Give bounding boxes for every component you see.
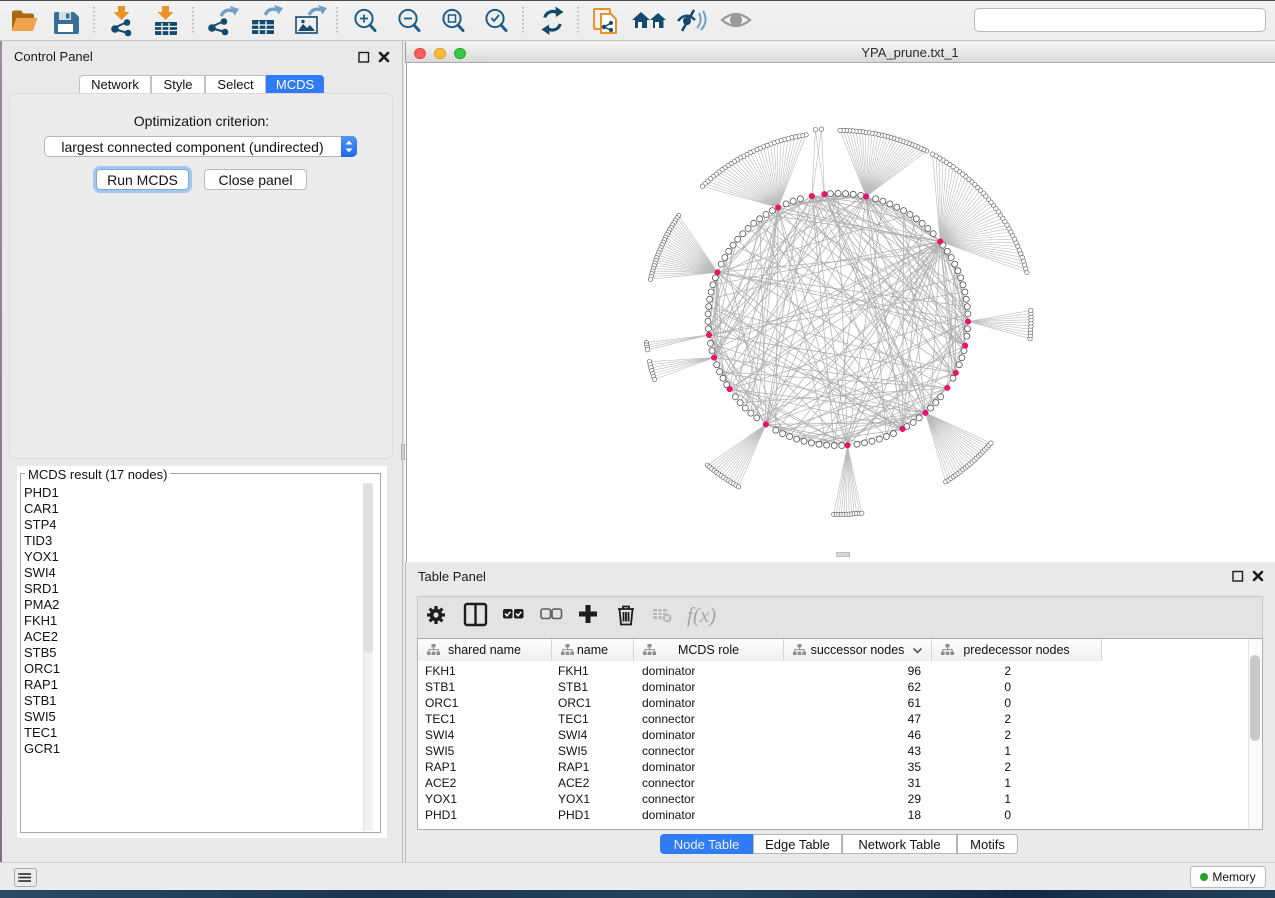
svg-text:f(x): f(x) [687, 603, 716, 627]
